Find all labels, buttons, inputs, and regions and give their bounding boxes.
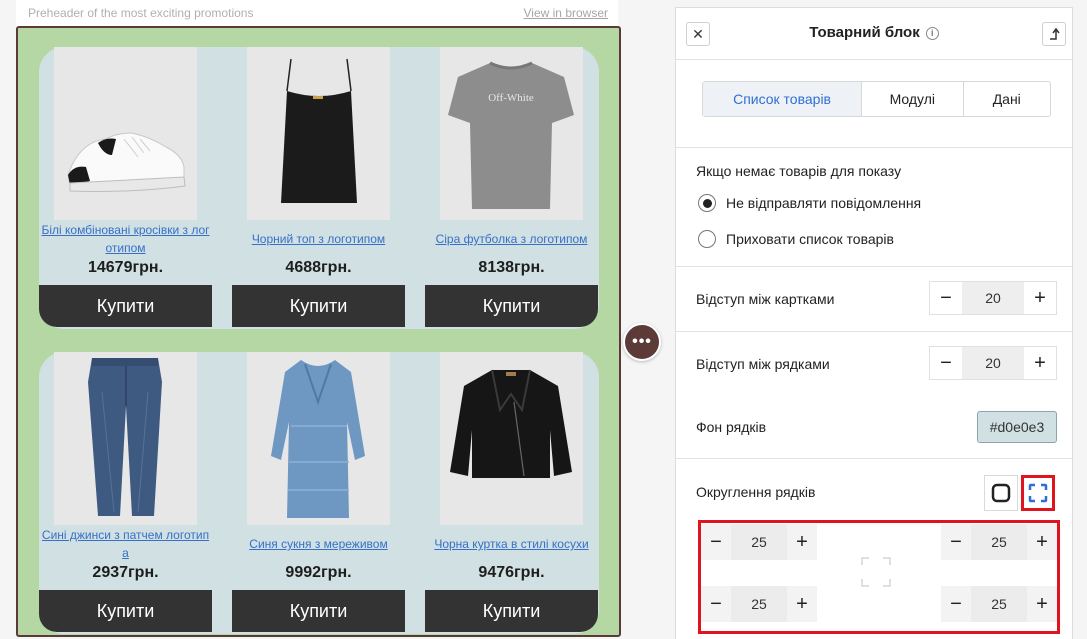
panel-title: Товарний блок i [676,24,1072,41]
radio-hide-list[interactable]: Приховати список товарів [698,230,894,248]
decrement-button[interactable]: − [930,347,962,379]
panel-title-text: Товарний блок [809,24,920,41]
top-left-radius-stepper: − 25 + [701,524,817,560]
bottom-left-radius-stepper: − 25 + [701,586,817,622]
decrement-button[interactable]: − [930,282,962,314]
product-row: Сині джинси з патчем логотип а 2937грн. … [39,352,599,634]
buy-button[interactable]: Купити [39,590,212,632]
radio-label: Приховати список товарів [726,231,894,247]
panel-header: ✕ Товарний блок i [676,8,1072,60]
corner-radius-controls: − 25 + − 25 + − 25 + − 25 + [698,520,1060,634]
empty-products-label: Якщо немає товарів для показу [696,163,902,179]
buy-button[interactable]: Купити [425,285,598,327]
product-price: 14679грн. [87,259,164,276]
top-right-radius-stepper: − 25 + [941,524,1057,560]
jacket-image[interactable] [440,352,583,525]
card-spacing-input[interactable]: 20 [962,282,1024,314]
jeans-image[interactable] [54,352,197,525]
product-name-link[interactable]: Чорний топ з логотипом [232,221,405,257]
more-options-button[interactable]: ••• [623,323,661,361]
buy-button[interactable]: Купити [232,285,405,327]
decrement-button[interactable]: − [701,586,731,622]
product-name-link[interactable]: Білі комбіновані кросівки з лог отипом [39,221,212,257]
decrement-button[interactable]: − [941,586,971,622]
dress-image[interactable] [247,352,390,525]
custom-corners-button[interactable] [1021,475,1055,511]
buy-button[interactable]: Купити [39,285,212,327]
corners-icon [1028,483,1048,503]
product-card: Чорний топ з логотипом 4688грн. Купити [232,47,405,329]
divider [676,266,1072,267]
product-card: Чорна куртка в стилі косухи 9476грн. Куп… [425,352,598,634]
preheader-text: Preheader of the most exciting promotion… [28,6,254,20]
divider [676,458,1072,459]
tabs: Список товарів Модулі Дані [702,81,1051,117]
divider [676,331,1072,332]
product-price: 9992грн. [285,564,352,581]
square-corners-button[interactable] [984,475,1018,511]
product-name-link[interactable]: Синя сукня з мереживом [232,526,405,562]
product-price: 2937грн. [92,564,159,581]
product-name-link[interactable]: Сині джинси з патчем логотип а [39,526,212,562]
row-spacing-input[interactable]: 20 [962,347,1024,379]
row-spacing-label: Відступ між рядками [696,356,830,372]
bottom-right-radius-stepper: − 25 + [941,586,1057,622]
increment-button[interactable]: + [787,524,817,560]
product-card: Білі комбіновані кросівки з лог отипом 1… [39,47,212,329]
radio-dont-send[interactable]: Не відправляти повідомлення [698,194,921,212]
preheader-bar: Preheader of the most exciting promotion… [16,0,618,26]
row-rounding-label: Округлення рядків [696,484,816,500]
divider [676,147,1072,148]
product-card: Синя сукня з мереживом 9992грн. Купити [232,352,405,634]
bottom-left-radius-input[interactable]: 25 [731,586,787,622]
tab-modules[interactable]: Модулі [862,82,964,116]
card-spacing-stepper: − 20 + [929,281,1057,315]
product-block[interactable]: Білі комбіновані кросівки з лог отипом 1… [16,26,621,637]
tshirt-image[interactable]: Off-White [440,47,583,220]
view-in-browser-link[interactable]: View in browser [524,6,608,20]
bottom-right-radius-input[interactable]: 25 [971,586,1027,622]
info-icon[interactable]: i [925,26,939,40]
row-spacing-stepper: − 20 + [929,346,1057,380]
increment-button[interactable]: + [1024,347,1056,379]
tab-data[interactable]: Дані [964,82,1051,116]
settings-panel: ✕ Товарний блок i Список товарів Модулі Д… [675,7,1073,639]
decrement-button[interactable]: − [701,524,731,560]
radio-checked-icon [698,194,716,212]
product-row: Білі комбіновані кросівки з лог отипом 1… [39,47,599,329]
product-price: 8138грн. [478,259,545,276]
top-right-radius-input[interactable]: 25 [971,524,1027,560]
radio-unchecked-icon [698,230,716,248]
product-price: 4688грн. [285,259,352,276]
product-card: Сині джинси з патчем логотип а 2937грн. … [39,352,212,634]
tab-product-list[interactable]: Список товарів [703,82,863,116]
product-name-link[interactable]: Сіра футболка з логотипом [425,221,598,257]
canvas: Preheader of the most exciting promotion… [0,0,1087,639]
increment-button[interactable]: + [1024,282,1056,314]
row-background-color-picker[interactable]: #d0e0e3 [977,411,1057,443]
tshirt-print-text: Off-White [488,92,534,104]
product-name-link[interactable]: Чорна куртка в стилі косухи [425,526,598,562]
move-up-icon[interactable] [1042,22,1066,46]
top-left-radius-input[interactable]: 25 [731,524,787,560]
corner-preview-icon [861,557,891,587]
top-image[interactable] [247,47,390,220]
product-card: Off-White Сіра футболка з логотипом 8138… [425,47,598,329]
product-price: 9476грн. [478,564,545,581]
buy-button[interactable]: Купити [232,590,405,632]
card-spacing-label: Відступ між картками [696,291,835,307]
buy-button[interactable]: Купити [425,590,598,632]
increment-button[interactable]: + [1027,586,1057,622]
sneaker-image[interactable] [54,47,197,220]
row-background-label: Фон рядків [696,419,767,435]
increment-button[interactable]: + [787,586,817,622]
increment-button[interactable]: + [1027,524,1057,560]
square-icon [991,483,1011,503]
radio-label: Не відправляти повідомлення [726,195,922,211]
decrement-button[interactable]: − [941,524,971,560]
